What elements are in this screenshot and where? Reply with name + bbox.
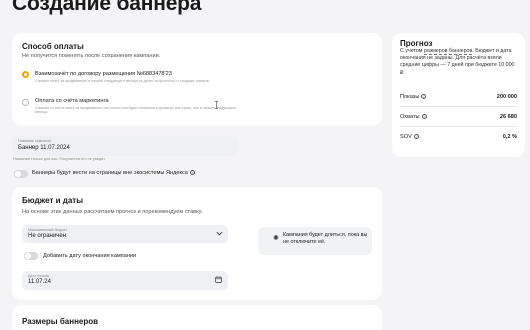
budget-subtitle: На основе этих данных рассчитаем прогноз… [22,209,203,215]
chevron-down-icon [216,231,223,236]
forecast-card: Прогноз С учетом размеров баннеров. Бюдж… [392,33,525,157]
divider [400,126,517,127]
payment-option-1-note: Спишем плату за продвижение в начале сле… [35,79,210,83]
max-budget-value: Не ограничен [28,233,66,239]
forecast-row-value: 200 000 [496,94,517,100]
banner-sizes-link[interactable]: размеров баннеров [423,48,473,55]
max-budget-label: Максимальный бюджет [28,228,68,232]
page-title: Создание баннера [12,0,202,15]
info-icon[interactable]: i [189,170,195,176]
payment-method-card: Способ оплаты Не получится поменять посл… [12,33,382,126]
payment-option-1-radio[interactable] [22,71,29,78]
payment-title: Способ оплаты [22,42,84,51]
end-date-toggle[interactable] [24,252,38,260]
forecast-title: Прогноз [400,39,433,48]
lightbulb-icon: ✺ [273,235,279,242]
text-cursor-icon [215,101,218,109]
start-date-field[interactable]: Дата начала 11.07.24 [22,271,228,290]
max-budget-select[interactable]: Максимальный бюджет Не ограничен [22,225,228,243]
banner-sizes-card: Размеры баннеров [12,305,382,330]
duration-tip: ✺ Кампания будет длиться, пока вы не отк… [258,227,372,255]
budget-title: Бюджет и даты [22,196,84,205]
forecast-row-label: Охваты [400,114,420,120]
calendar-icon[interactable] [215,276,222,283]
end-date-toggle-label: Добавить дату окончания кампании [43,253,137,259]
ecosystem-toggle[interactable] [14,170,28,178]
payment-option-1-label[interactable]: Взаимозачёт по договору размещения №6883… [35,71,172,77]
forecast-row-label: Показы [400,94,420,100]
forecast-row-value: 0,2 % [502,134,517,140]
forecast-description: С учетом размеров баннеров. Бюджет и дат… [400,48,520,77]
payment-option-2-label[interactable]: Оплата со счёта маркетинга [35,98,109,104]
campaign-name-field[interactable]: Название кампании Баннер 11.07.2024 [12,136,238,156]
forecast-row-label: SOV [400,134,412,140]
payment-option-2-radio[interactable] [22,99,29,106]
info-icon[interactable]: i [413,134,419,140]
campaign-name-value[interactable]: Баннер 11.07.2024 [18,145,70,151]
info-icon[interactable]: i [421,114,427,120]
ecosystem-toggle-row: Баннеры будут вести на страницы вне экос… [32,170,195,176]
forecast-row-value: 26 680 [499,114,517,120]
info-icon[interactable]: i [421,94,427,100]
ecosystem-toggle-label: Баннеры будут вести на страницы вне экос… [32,170,188,176]
start-date-value[interactable]: 11.07.24 [28,279,51,285]
banner-sizes-title: Размеры баннеров [22,317,99,326]
payment-subtitle: Не получится поменять после сохранения к… [22,53,161,59]
duration-tip-text: Кампания будет длиться, пока вы не отклю… [283,232,368,245]
campaign-name-hint: Название только для вас. Покупатели его … [13,157,106,161]
start-date-label: Дата начала [28,274,49,278]
forecast-text-1: С учетом [400,48,424,54]
campaign-name-label: Название кампании [18,139,52,143]
divider [400,106,517,107]
